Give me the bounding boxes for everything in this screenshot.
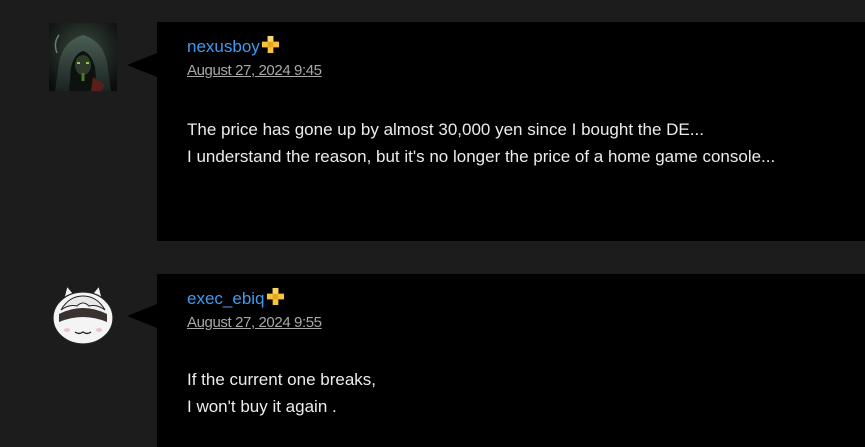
comment-line: I understand the reason, but it's no lon… (187, 147, 776, 166)
comment-bubble: nexusboy August 27, 2024 9:45 The price … (157, 22, 865, 241)
comments-page: nexusboy August 27, 2024 9:45 The price … (0, 0, 865, 447)
comment-timestamp[interactable]: August 27, 2024 9:55 (187, 314, 322, 331)
author-row: nexusboy (187, 35, 280, 58)
chibi-character-avatar-icon (49, 280, 117, 348)
hooded-figure-avatar-icon (49, 23, 117, 91)
bubble-pointer (127, 304, 157, 328)
comment-line: I won't buy it again . (187, 397, 337, 416)
author-row: exec_ebiq (187, 287, 285, 310)
comment-item: nexusboy August 27, 2024 9:45 The price … (0, 0, 865, 242)
comment-bubble: exec_ebiq August 27, 2024 9:55 If the cu… (157, 274, 865, 447)
playstation-plus-icon (266, 287, 284, 305)
avatar[interactable] (49, 280, 117, 348)
comment-line: The price has gone up by almost 30,000 y… (187, 120, 704, 139)
avatar[interactable] (49, 23, 117, 91)
comment-body: If the current one breaks, I won't buy i… (187, 366, 376, 420)
playstation-plus-icon (261, 35, 279, 53)
author-name[interactable]: nexusboy (187, 36, 260, 58)
author-name[interactable]: exec_ebiq (187, 288, 265, 310)
comment-item: exec_ebiq August 27, 2024 9:55 If the cu… (0, 242, 865, 447)
comment-timestamp[interactable]: August 27, 2024 9:45 (187, 62, 322, 79)
bubble-pointer (127, 53, 157, 77)
comment-line: If the current one breaks, (187, 370, 376, 389)
comment-body: The price has gone up by almost 30,000 y… (187, 116, 775, 170)
